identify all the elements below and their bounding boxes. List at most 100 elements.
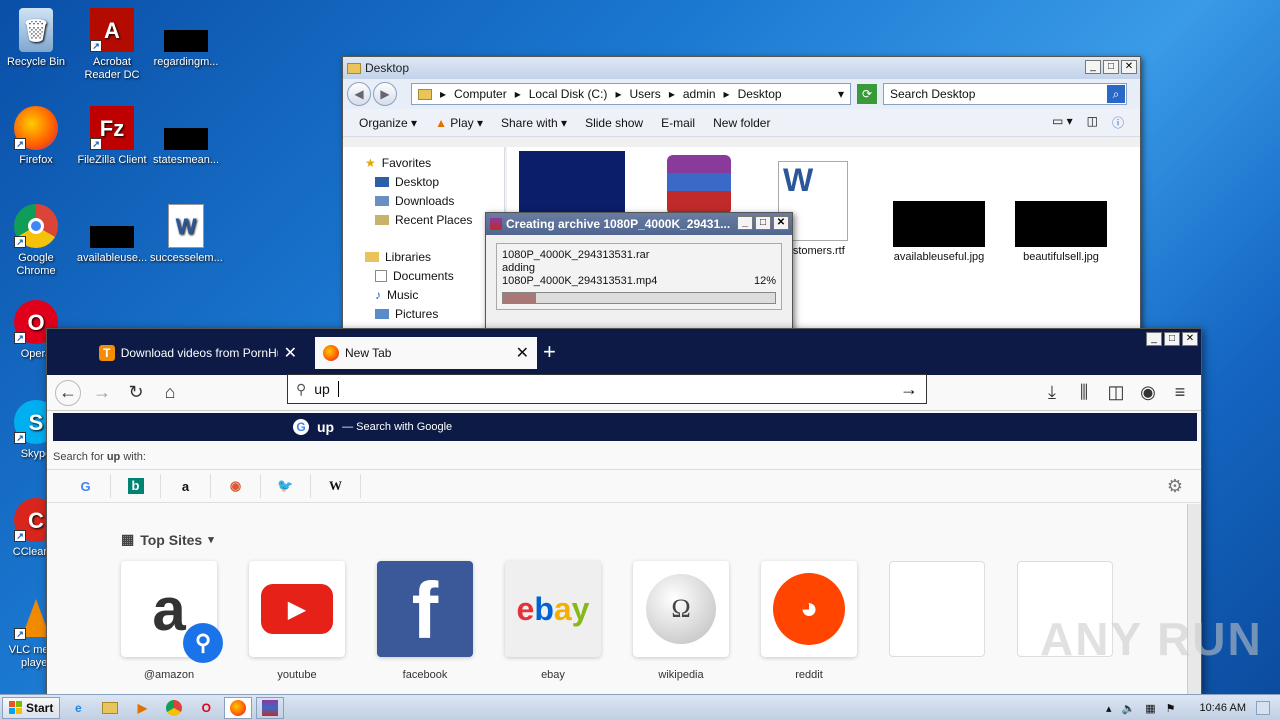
volume-icon[interactable]: 🔈 bbox=[1122, 702, 1136, 715]
sidebar-icon[interactable]: ◫ bbox=[1103, 380, 1129, 406]
top-site-reddit[interactable]: ◕ reddit bbox=[761, 561, 857, 681]
forward-button[interactable]: → bbox=[89, 380, 115, 406]
nav-item-documents[interactable]: Documents bbox=[343, 266, 504, 285]
bing-engine-icon[interactable]: b bbox=[111, 474, 161, 498]
refresh-button[interactable]: ⟳ bbox=[857, 84, 877, 104]
file-item-availableuseful[interactable]: availableuseful.jpg bbox=[879, 201, 999, 263]
nav-item-recent[interactable]: Recent Places bbox=[343, 210, 504, 229]
network-icon[interactable]: ▦ bbox=[1145, 702, 1155, 715]
minimize-button[interactable]: _ bbox=[737, 216, 753, 230]
nav-item-music[interactable]: ♪ Music bbox=[343, 285, 504, 304]
address-bar[interactable]: ▸ Computer ▸ Local Disk (C:) ▸ Users ▸ a… bbox=[411, 83, 851, 105]
top-site-facebook[interactable]: f facebook bbox=[377, 561, 473, 681]
twitter-engine-icon[interactable]: 🐦 bbox=[261, 474, 311, 498]
top-site-wikipedia[interactable]: Ω wikipedia bbox=[633, 561, 729, 681]
clock[interactable]: 10:46 AM bbox=[1200, 702, 1246, 714]
top-site-empty[interactable] bbox=[889, 561, 985, 669]
amazon-engine-icon[interactable]: a bbox=[161, 474, 211, 498]
breadcrumb-item[interactable]: Computer bbox=[454, 87, 507, 101]
file-item-video[interactable] bbox=[519, 151, 627, 221]
close-button[interactable]: ✕ bbox=[773, 216, 789, 230]
home-button[interactable]: ⌂ bbox=[157, 380, 183, 406]
url-bar[interactable]: ⚲ up → bbox=[287, 374, 927, 404]
close-button[interactable]: ✕ bbox=[1182, 332, 1198, 346]
help-icon[interactable]: ⓘ bbox=[1112, 114, 1124, 131]
library-icon[interactable]: ⫼ bbox=[1071, 380, 1097, 406]
show-desktop-button[interactable] bbox=[1256, 701, 1270, 715]
breadcrumb-item[interactable]: Local Disk (C:) bbox=[529, 87, 608, 101]
file-item-archive[interactable] bbox=[639, 155, 759, 215]
search-icon[interactable]: ⌕ bbox=[1107, 85, 1125, 103]
account-icon[interactable]: ◉ bbox=[1135, 380, 1161, 406]
desktop-icon-file[interactable]: availableuse... bbox=[76, 204, 148, 265]
top-site-youtube[interactable]: ▶ youtube bbox=[249, 561, 345, 681]
maximize-button[interactable]: □ bbox=[1103, 60, 1119, 74]
firefox-taskbar-icon[interactable] bbox=[224, 696, 253, 719]
nav-favorites[interactable]: ★ Favorites bbox=[343, 153, 504, 172]
go-arrow-icon[interactable]: → bbox=[900, 379, 918, 400]
search-input[interactable]: Search Desktop ⌕ bbox=[883, 83, 1127, 105]
top-site-amazon[interactable]: a ⚲ @amazon bbox=[121, 561, 223, 681]
breadcrumb-item[interactable]: admin bbox=[683, 87, 716, 101]
desktop-icon-filezilla[interactable]: Fz ↗ FileZilla Client bbox=[76, 106, 148, 167]
downloads-icon[interactable]: ⤓ bbox=[1039, 380, 1065, 406]
reload-button[interactable]: ↻ bbox=[123, 380, 149, 406]
nav-item-downloads[interactable]: Downloads bbox=[343, 191, 504, 210]
close-tab-icon[interactable]: ✕ bbox=[284, 343, 297, 363]
explorer-taskbar-icon[interactable] bbox=[96, 697, 124, 719]
ie-icon[interactable]: e bbox=[64, 697, 92, 719]
slide-show-button[interactable]: Slide show bbox=[585, 116, 643, 130]
winrar-titlebar[interactable]: Creating archive 1080P_4000K_29431... _ … bbox=[486, 213, 792, 235]
menu-icon[interactable]: ≡ bbox=[1167, 380, 1193, 406]
view-icon[interactable]: ▭ ▾ bbox=[1052, 114, 1073, 131]
explorer-titlebar[interactable]: Desktop _ □ ✕ bbox=[343, 57, 1140, 79]
back-button[interactable]: ◀ bbox=[347, 82, 371, 106]
top-site-ebay[interactable]: ebay ebay bbox=[505, 561, 601, 681]
duckduckgo-engine-icon[interactable]: ◉ bbox=[211, 474, 261, 498]
media-player-icon[interactable]: ▶ bbox=[128, 697, 156, 719]
tab-new-tab[interactable]: New Tab ✕ bbox=[315, 337, 537, 369]
desktop-icon-chrome[interactable]: ↗ Google Chrome bbox=[0, 204, 72, 278]
start-button[interactable]: Start bbox=[2, 696, 61, 719]
nav-libraries[interactable]: Libraries bbox=[343, 247, 504, 266]
tray-expand-icon[interactable]: ▴ bbox=[1106, 702, 1112, 715]
minimize-button[interactable]: _ bbox=[1085, 60, 1101, 74]
opera-taskbar-icon[interactable]: O bbox=[192, 697, 220, 719]
google-engine-icon[interactable]: G bbox=[61, 474, 111, 498]
chrome-taskbar-icon[interactable] bbox=[160, 697, 188, 719]
minimize-button[interactable]: _ bbox=[1146, 332, 1162, 346]
search-settings-icon[interactable]: ⚙ bbox=[1167, 476, 1183, 497]
preview-pane-icon[interactable]: ◫ bbox=[1087, 114, 1098, 131]
desktop-icon-firefox[interactable]: ↗ Firefox bbox=[0, 106, 72, 167]
desktop-icon-recycle-bin[interactable]: 🗑 Recycle Bin bbox=[0, 8, 72, 69]
maximize-button[interactable]: □ bbox=[1164, 332, 1180, 346]
breadcrumb-item[interactable]: Desktop bbox=[738, 87, 782, 101]
search-suggestion-row[interactable]: G up — Search with Google bbox=[53, 413, 1197, 441]
maximize-button[interactable]: □ bbox=[755, 216, 771, 230]
forward-button[interactable]: ▶ bbox=[373, 82, 397, 106]
email-button[interactable]: E-mail bbox=[661, 116, 695, 130]
wikipedia-engine-icon[interactable]: W bbox=[311, 474, 361, 498]
tab-download-videos[interactable]: T Download videos from PornHub to ✕ bbox=[91, 337, 305, 369]
share-with-menu[interactable]: Share with ▾ bbox=[501, 116, 567, 130]
new-folder-button[interactable]: New folder bbox=[713, 116, 770, 130]
back-button[interactable]: ← bbox=[55, 379, 81, 406]
close-tab-icon[interactable]: ✕ bbox=[516, 343, 529, 363]
play-menu[interactable]: ▲ Play ▾ bbox=[435, 116, 483, 130]
flag-icon[interactable]: ⚑ bbox=[1166, 702, 1176, 715]
nav-item-desktop[interactable]: Desktop bbox=[343, 172, 504, 191]
desktop-icon-file[interactable]: regardingm... bbox=[150, 8, 222, 69]
desktop-icon-acrobat[interactable]: A ↗ Acrobat Reader DC bbox=[76, 8, 148, 82]
organize-menu[interactable]: Organize ▾ bbox=[359, 116, 417, 130]
file-item-beautifulsell[interactable]: beautifulsell.jpg bbox=[1001, 201, 1121, 263]
chevron-down-icon[interactable]: ▾ bbox=[838, 87, 844, 101]
top-sites-header[interactable]: ▦ Top Sites ▾ bbox=[121, 531, 214, 548]
winrar-taskbar-icon[interactable] bbox=[256, 696, 285, 719]
desktop-icon-word[interactable]: W successelem... bbox=[150, 204, 223, 265]
close-button[interactable]: ✕ bbox=[1121, 60, 1137, 74]
breadcrumb-item[interactable]: Users bbox=[629, 87, 660, 101]
nav-item-pictures[interactable]: Pictures bbox=[343, 304, 504, 323]
url-input-value[interactable]: up bbox=[314, 381, 330, 397]
desktop-icon-file[interactable]: statesmean... bbox=[150, 106, 222, 167]
new-tab-button[interactable]: + bbox=[543, 339, 556, 365]
